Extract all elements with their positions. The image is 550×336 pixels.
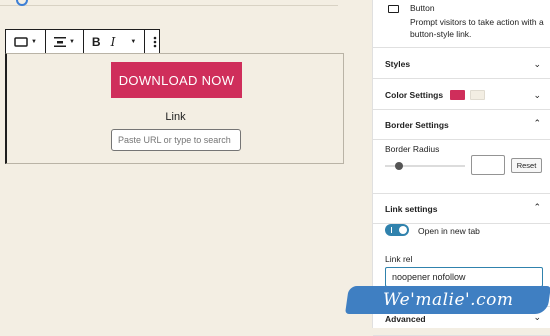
- chevron-up-icon: ⌃: [533, 118, 541, 128]
- link-rel-input[interactable]: noopener nofollow: [385, 267, 543, 287]
- align-group[interactable]: ▼: [46, 30, 84, 53]
- reset-button[interactable]: Reset: [511, 158, 542, 173]
- link-url-input[interactable]: [111, 129, 241, 151]
- toggle-on-indicator: [391, 227, 392, 233]
- open-new-tab-toggle[interactable]: [385, 224, 409, 236]
- chevron-down-icon: ⌄: [533, 59, 541, 69]
- block-card: Button Prompt visitors to take action wi…: [373, 0, 550, 48]
- button-block-icon[interactable]: ▼: [11, 30, 40, 53]
- editor-canvas: ▼ ▼ B I ▼ DOWNLOAD NOW Link: [0, 0, 372, 328]
- border-radius-input[interactable]: [471, 155, 505, 175]
- color-swatch-background[interactable]: [470, 90, 485, 100]
- button-block-icon: [388, 5, 399, 13]
- link-rel-label: Link rel: [385, 254, 413, 264]
- link-label: Link: [165, 111, 186, 123]
- panel-title: Link settings: [385, 204, 438, 214]
- chevron-up-icon: ⌃: [533, 202, 541, 212]
- color-swatch-text[interactable]: [450, 90, 465, 100]
- block-title: Button: [410, 3, 435, 13]
- panel-title: Border Settings: [385, 120, 449, 130]
- toggle-knob: [399, 226, 407, 234]
- format-group: B I ▼: [84, 30, 146, 53]
- panel-styles[interactable]: Styles ⌄: [373, 49, 550, 79]
- panel-link-settings[interactable]: Link settings ⌃: [373, 194, 550, 224]
- watermark-text: We'malie'.com: [382, 290, 514, 310]
- panel-border-settings[interactable]: Border Settings ⌃: [373, 110, 550, 140]
- border-settings-body: Border Radius Reset: [373, 138, 550, 194]
- watermark-logo: We'malie'.com: [345, 286, 550, 314]
- settings-sidebar: Button Prompt visitors to take action wi…: [372, 0, 550, 336]
- slider-handle[interactable]: [395, 162, 403, 170]
- previous-block-edge: [0, 0, 338, 6]
- panel-title: Color Settings: [385, 90, 444, 100]
- toggle-label: Open in new tab: [418, 226, 480, 236]
- options-group: [145, 30, 165, 53]
- bold-button[interactable]: B: [89, 30, 104, 53]
- block-description: Prompt visitors to take action with a bu…: [410, 17, 544, 39]
- italic-button[interactable]: I: [108, 30, 119, 53]
- panel-title: Advanced: [385, 314, 426, 324]
- more-vertical-icon[interactable]: [150, 30, 160, 53]
- download-now-button[interactable]: DOWNLOAD NOW: [111, 62, 242, 98]
- chevron-down-icon: ⌄: [533, 90, 541, 100]
- panel-title: Styles: [385, 59, 411, 69]
- border-radius-label: Border Radius: [385, 144, 440, 154]
- block-type-group[interactable]: ▼: [6, 30, 46, 53]
- block-toolbar: ▼ ▼ B I ▼: [5, 29, 160, 54]
- chevron-down-icon: ▼: [130, 38, 137, 45]
- align-center-icon[interactable]: ▼: [51, 30, 78, 53]
- chevron-down-icon: ▼: [68, 38, 75, 45]
- chevron-down-icon: ▼: [31, 38, 37, 45]
- button-block[interactable]: DOWNLOAD NOW Link: [5, 53, 344, 164]
- more-formats-button[interactable]: ▼: [124, 30, 139, 53]
